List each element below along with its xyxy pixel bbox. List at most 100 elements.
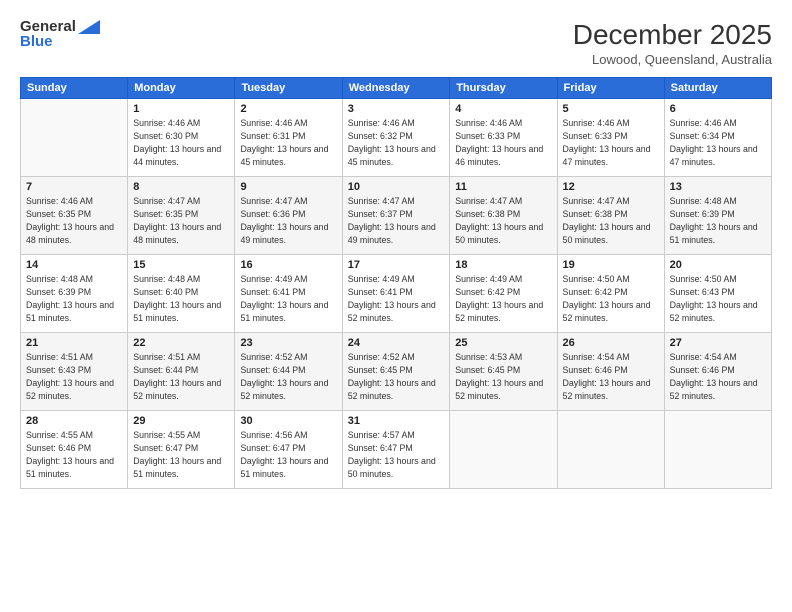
week-row-4: 21Sunrise: 4:51 AMSunset: 6:43 PMDayligh… [21, 332, 772, 410]
day-number: 7 [26, 181, 122, 193]
day-number: 24 [348, 337, 445, 349]
day-cell: 2 Sunrise: 4:46 AMSunset: 6:31 PMDaylight… [235, 98, 342, 176]
day-cell [664, 410, 771, 488]
logo: General Blue [20, 18, 100, 50]
day-info: Sunrise: 4:53 AMSunset: 6:45 PMDaylight:… [455, 351, 551, 404]
day-cell: 17 Sunrise: 4:49 AMSunset: 6:41 PMDayligh… [342, 254, 450, 332]
day-number: 31 [348, 415, 445, 427]
day-cell: 5Sunrise: 4:46 AMSunset: 6:33 PMDaylight… [557, 98, 664, 176]
day-info: Sunrise: 4:48 AMSunset: 6:40 PMDaylight:… [133, 273, 229, 326]
day-number: 6 [670, 103, 766, 115]
day-info: Sunrise: 4:54 AMSunset: 6:46 PMDaylight:… [563, 351, 659, 404]
day-info: Sunrise: 4:47 AMSunset: 6:38 PMDaylight:… [455, 195, 551, 248]
calendar-table: Sunday Monday Tuesday Wednesday Thursday… [20, 77, 772, 489]
day-info: Sunrise: 4:52 AMSunset: 6:44 PMDaylight:… [240, 351, 336, 404]
day-number: 11 [455, 181, 551, 193]
day-cell: 27Sunrise: 4:54 AMSunset: 6:46 PMDayligh… [664, 332, 771, 410]
day-info: Sunrise: 4:54 AMSunset: 6:46 PMDaylight:… [670, 351, 766, 404]
day-number: 10 [348, 181, 445, 193]
day-number: 21 [26, 337, 122, 349]
month-title: December 2025 [573, 18, 772, 52]
day-cell: 24 Sunrise: 4:52 AMSunset: 6:45 PMDayligh… [342, 332, 450, 410]
calendar-page: General Blue December 2025 Lowood, Queen… [0, 0, 792, 612]
day-number: 23 [240, 337, 336, 349]
day-number: 5 [563, 103, 659, 115]
header-saturday: Saturday [664, 77, 771, 98]
day-cell: 6 Sunrise: 4:46 AMSunset: 6:34 PMDaylight… [664, 98, 771, 176]
day-info: Sunrise: 4:47 AMSunset: 6:35 PMDaylight:… [133, 195, 229, 248]
day-cell: 10 Sunrise: 4:47 AMSunset: 6:37 PMDayligh… [342, 176, 450, 254]
day-info: Sunrise: 4:50 AMSunset: 6:43 PMDaylight:… [670, 273, 766, 326]
day-number: 28 [26, 415, 122, 427]
day-cell: 11 Sunrise: 4:47 AMSunset: 6:38 PMDayligh… [450, 176, 557, 254]
day-cell [450, 410, 557, 488]
day-cell: 14 Sunrise: 4:48 AMSunset: 6:39 PMDayligh… [21, 254, 128, 332]
header-wednesday: Wednesday [342, 77, 450, 98]
day-info: Sunrise: 4:55 AMSunset: 6:46 PMDaylight:… [26, 429, 122, 482]
day-cell: 8 Sunrise: 4:47 AMSunset: 6:35 PMDaylight… [128, 176, 235, 254]
day-info: Sunrise: 4:49 AMSunset: 6:42 PMDaylight:… [455, 273, 551, 326]
header: General Blue December 2025 Lowood, Queen… [20, 18, 772, 67]
day-number: 2 [240, 103, 336, 115]
day-info: Sunrise: 4:52 AMSunset: 6:45 PMDaylight:… [348, 351, 445, 404]
day-number: 1 [133, 103, 229, 115]
day-cell [557, 410, 664, 488]
week-row-3: 14 Sunrise: 4:48 AMSunset: 6:39 PMDayligh… [21, 254, 772, 332]
day-info: Sunrise: 4:46 AMSunset: 6:34 PMDaylight:… [670, 117, 766, 170]
day-cell: 29Sunrise: 4:55 AMSunset: 6:47 PMDayligh… [128, 410, 235, 488]
day-info: Sunrise: 4:47 AMSunset: 6:37 PMDaylight:… [348, 195, 445, 248]
day-info: Sunrise: 4:49 AMSunset: 6:41 PMDaylight:… [240, 273, 336, 326]
day-cell: 9 Sunrise: 4:47 AMSunset: 6:36 PMDaylight… [235, 176, 342, 254]
header-row: Sunday Monday Tuesday Wednesday Thursday… [21, 77, 772, 98]
day-number: 4 [455, 103, 551, 115]
day-cell [21, 98, 128, 176]
day-cell: 1 Sunrise: 4:46 AMSunset: 6:30 PMDaylight… [128, 98, 235, 176]
day-info: Sunrise: 4:48 AMSunset: 6:39 PMDaylight:… [26, 273, 122, 326]
day-info: Sunrise: 4:46 AMSunset: 6:31 PMDaylight:… [240, 117, 336, 170]
day-number: 30 [240, 415, 336, 427]
header-sunday: Sunday [21, 77, 128, 98]
day-cell: 18Sunrise: 4:49 AMSunset: 6:42 PMDayligh… [450, 254, 557, 332]
day-number: 16 [240, 259, 336, 271]
day-info: Sunrise: 4:47 AMSunset: 6:38 PMDaylight:… [563, 195, 659, 248]
day-info: Sunrise: 4:57 AMSunset: 6:47 PMDaylight:… [348, 429, 445, 482]
header-thursday: Thursday [450, 77, 557, 98]
header-monday: Monday [128, 77, 235, 98]
day-info: Sunrise: 4:46 AMSunset: 6:30 PMDaylight:… [133, 117, 229, 170]
day-number: 17 [348, 259, 445, 271]
day-number: 14 [26, 259, 122, 271]
day-cell: 3Sunrise: 4:46 AMSunset: 6:32 PMDaylight… [342, 98, 450, 176]
day-cell: 16 Sunrise: 4:49 AMSunset: 6:41 PMDayligh… [235, 254, 342, 332]
day-cell: 25 Sunrise: 4:53 AMSunset: 6:45 PMDayligh… [450, 332, 557, 410]
logo-icon [78, 20, 100, 34]
week-row-2: 7Sunrise: 4:46 AMSunset: 6:35 PMDaylight… [21, 176, 772, 254]
location: Lowood, Queensland, Australia [573, 52, 772, 67]
day-number: 20 [670, 259, 766, 271]
day-cell: 20 Sunrise: 4:50 AMSunset: 6:43 PMDayligh… [664, 254, 771, 332]
day-number: 13 [670, 181, 766, 193]
header-tuesday: Tuesday [235, 77, 342, 98]
day-cell: 23 Sunrise: 4:52 AMSunset: 6:44 PMDayligh… [235, 332, 342, 410]
day-info: Sunrise: 4:46 AMSunset: 6:33 PMDaylight:… [455, 117, 551, 170]
day-cell: 28 Sunrise: 4:55 AMSunset: 6:46 PMDayligh… [21, 410, 128, 488]
day-number: 8 [133, 181, 229, 193]
week-row-1: 1 Sunrise: 4:46 AMSunset: 6:30 PMDaylight… [21, 98, 772, 176]
day-info: Sunrise: 4:49 AMSunset: 6:41 PMDaylight:… [348, 273, 445, 326]
day-cell: 7Sunrise: 4:46 AMSunset: 6:35 PMDaylight… [21, 176, 128, 254]
day-cell: 15Sunrise: 4:48 AMSunset: 6:40 PMDayligh… [128, 254, 235, 332]
day-cell: 19Sunrise: 4:50 AMSunset: 6:42 PMDayligh… [557, 254, 664, 332]
day-cell: 30Sunrise: 4:56 AMSunset: 6:47 PMDayligh… [235, 410, 342, 488]
week-row-5: 28 Sunrise: 4:55 AMSunset: 6:46 PMDayligh… [21, 410, 772, 488]
day-number: 9 [240, 181, 336, 193]
logo-blue: Blue [20, 33, 53, 50]
day-cell: 21Sunrise: 4:51 AMSunset: 6:43 PMDayligh… [21, 332, 128, 410]
day-info: Sunrise: 4:47 AMSunset: 6:36 PMDaylight:… [240, 195, 336, 248]
day-number: 3 [348, 103, 445, 115]
day-number: 25 [455, 337, 551, 349]
day-cell: 12Sunrise: 4:47 AMSunset: 6:38 PMDayligh… [557, 176, 664, 254]
day-number: 22 [133, 337, 229, 349]
day-info: Sunrise: 4:55 AMSunset: 6:47 PMDaylight:… [133, 429, 229, 482]
day-info: Sunrise: 4:50 AMSunset: 6:42 PMDaylight:… [563, 273, 659, 326]
day-number: 26 [563, 337, 659, 349]
header-friday: Friday [557, 77, 664, 98]
